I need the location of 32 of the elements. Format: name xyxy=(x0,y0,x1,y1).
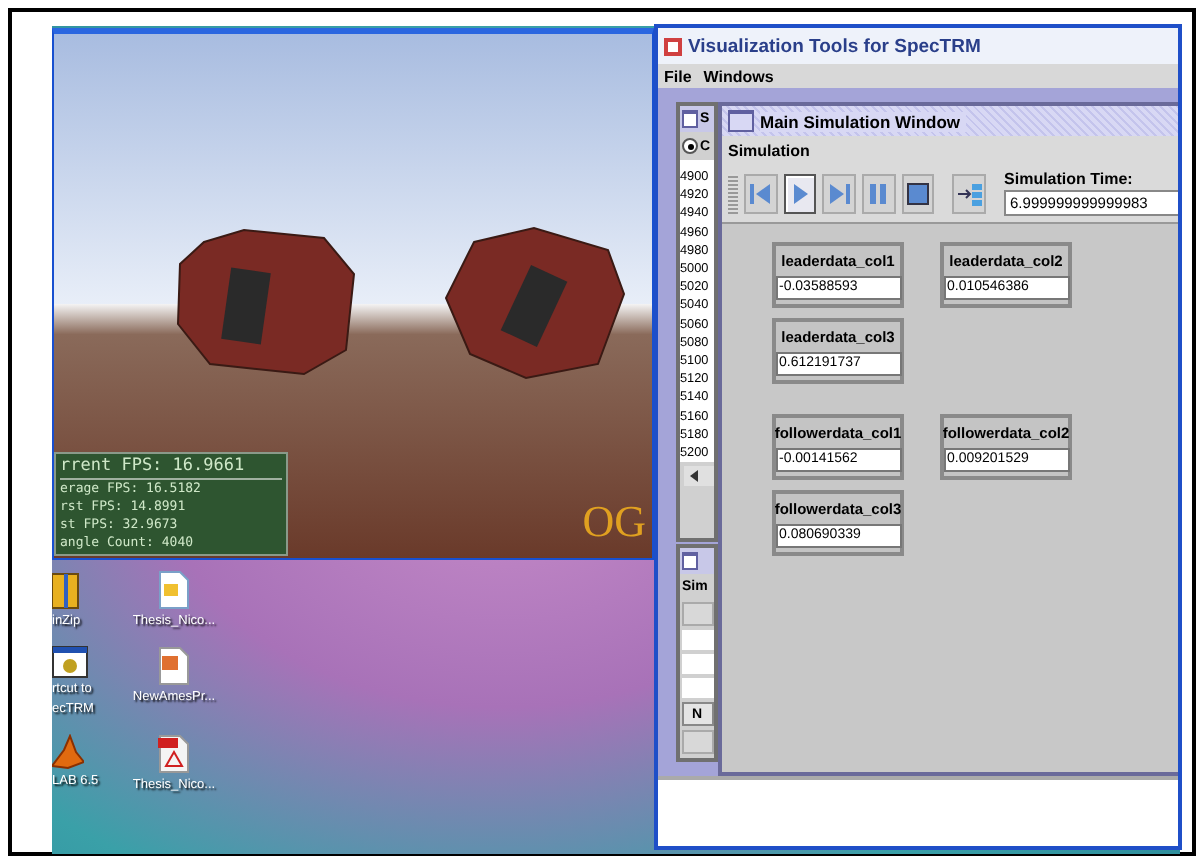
stop-icon xyxy=(903,179,932,207)
radio-button[interactable] xyxy=(682,138,698,154)
document-icon[interactable] xyxy=(158,570,190,610)
application-window-icon[interactable] xyxy=(52,646,88,678)
table-cell xyxy=(682,630,714,650)
toolbar-grip[interactable] xyxy=(728,173,738,213)
section-label: Simulation xyxy=(722,136,1178,166)
menu-item[interactable]: File xyxy=(664,67,692,85)
window-icon xyxy=(682,552,698,570)
rewind-icon xyxy=(746,179,775,207)
scrollbar[interactable] xyxy=(684,466,714,487)
scroll-left-icon[interactable] xyxy=(688,470,700,483)
stop-button[interactable] xyxy=(901,173,935,213)
peak-surface-icon[interactable] xyxy=(52,734,84,770)
window-icon xyxy=(728,110,754,132)
menu-item[interactable]: Windows xyxy=(703,67,774,85)
zip-archive-icon[interactable] xyxy=(52,570,80,610)
window-title: Visualization Tools for SpecTRM xyxy=(688,35,981,57)
pdf-file-icon[interactable] xyxy=(158,734,190,774)
logo: OG xyxy=(582,496,646,548)
play-button[interactable] xyxy=(783,173,817,213)
presentation-file-icon[interactable] xyxy=(158,646,190,686)
step-icon xyxy=(825,179,854,207)
arrow-to-list-icon xyxy=(955,179,984,207)
window-title: Main Simulation Window xyxy=(760,111,967,131)
window-icon xyxy=(682,110,698,128)
fps-stat: rrent FPS: 16.9661 xyxy=(60,456,282,480)
time-label: Simulation Time: xyxy=(1004,170,1135,188)
app-icon xyxy=(664,37,682,55)
table-cell xyxy=(682,654,714,674)
table-cell xyxy=(682,678,714,698)
export-button[interactable] xyxy=(952,173,987,213)
